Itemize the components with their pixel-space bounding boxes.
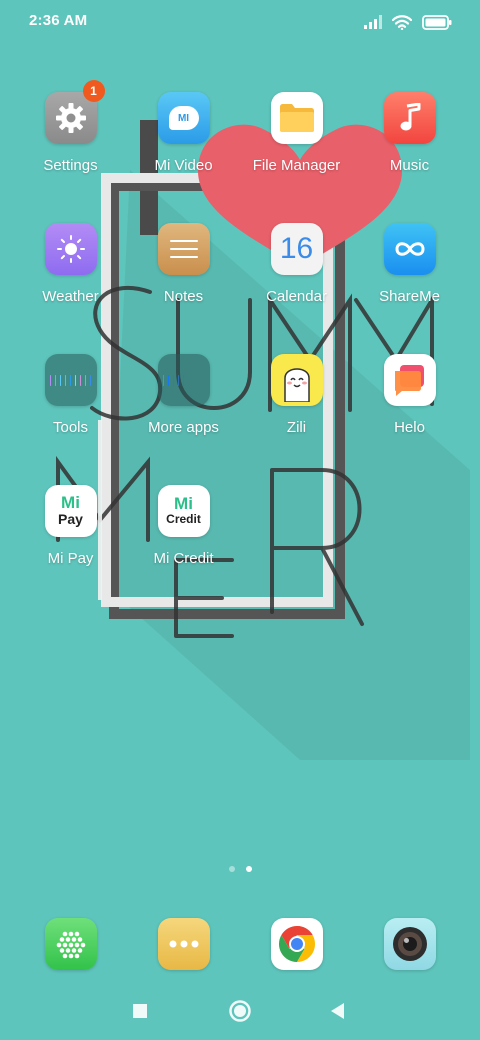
app-helo[interactable]: Helo xyxy=(353,354,466,436)
notification-badge: 1 xyxy=(82,80,105,102)
mi-pay-icon-bottom: Pay xyxy=(58,511,83,527)
app-zili[interactable]: Zili xyxy=(240,354,353,436)
home-button[interactable] xyxy=(219,990,261,1032)
app-mi-pay[interactable]: Mi Pay Mi Pay xyxy=(14,485,127,567)
app-label: File Manager xyxy=(252,157,341,174)
app-label: Helo xyxy=(394,419,425,436)
folder-grid-icon xyxy=(157,354,210,406)
app-tools-folder[interactable]: Tools xyxy=(14,354,127,436)
mi-video-icon: MI xyxy=(157,92,210,144)
mi-credit-icon-top: Mi xyxy=(174,493,193,513)
app-mi-credit[interactable]: Mi Credit Mi Credit xyxy=(127,485,240,567)
app-notes[interactable]: Notes xyxy=(127,223,240,305)
app-label: Weather xyxy=(42,288,99,305)
app-more-apps-folder[interactable]: More apps xyxy=(127,354,240,436)
app-file-manager[interactable]: File Manager xyxy=(240,92,353,174)
mi-pay-icon-top: Mi xyxy=(61,493,80,512)
folder-grid-icon xyxy=(44,354,97,406)
wifi-icon xyxy=(392,14,412,30)
app-label: Mi Pay xyxy=(47,550,94,567)
folder-icon xyxy=(270,92,323,144)
dock-dialer[interactable] xyxy=(14,918,127,970)
zili-face-icon xyxy=(270,354,323,406)
mi-pay-icon: Mi Pay xyxy=(44,485,97,537)
status-icons xyxy=(364,12,452,32)
calendar-icon: 16 xyxy=(270,223,323,275)
signal-icon xyxy=(364,15,382,29)
dock-messaging[interactable] xyxy=(127,918,240,970)
dock-chrome[interactable] xyxy=(240,918,353,970)
chrome-icon xyxy=(270,918,323,970)
chat-bubble-icon xyxy=(383,354,436,406)
back-button[interactable] xyxy=(317,990,359,1032)
page-dot-current[interactable] xyxy=(245,866,252,872)
infinity-icon xyxy=(383,223,436,275)
app-shareme[interactable]: ShareMe xyxy=(353,223,466,305)
app-label: Mi Video xyxy=(154,157,213,174)
app-label: More apps xyxy=(148,419,219,436)
app-settings[interactable]: 1 Settings xyxy=(14,80,127,174)
navigation-bar xyxy=(0,990,480,1032)
app-label: Settings xyxy=(43,157,98,174)
dialpad-icon xyxy=(44,918,97,970)
back-triangle-icon xyxy=(331,1003,344,1019)
status-time: 2:36 AM xyxy=(29,12,88,29)
calendar-day: 16 xyxy=(279,232,314,265)
page-indicator xyxy=(0,866,480,874)
status-bar: 2:36 AM xyxy=(0,0,480,44)
app-label: Music xyxy=(389,157,430,174)
app-weather[interactable]: Weather xyxy=(14,223,127,305)
app-calendar[interactable]: 16 Calendar xyxy=(240,223,353,305)
app-label: Mi Credit xyxy=(153,550,214,567)
app-label: Calendar xyxy=(266,288,327,305)
recents-button[interactable] xyxy=(119,990,161,1032)
battery-icon xyxy=(422,14,452,30)
home-circle-icon xyxy=(229,1000,251,1022)
recents-square-icon xyxy=(133,1004,147,1018)
app-music[interactable]: Music xyxy=(353,92,466,174)
notes-icon xyxy=(157,223,210,275)
camera-icon xyxy=(383,918,436,970)
page-dot[interactable] xyxy=(228,866,235,872)
app-label: ShareMe xyxy=(379,288,440,305)
mi-video-icon-text: MI xyxy=(177,112,190,124)
app-label: Tools xyxy=(52,419,89,436)
music-note-icon xyxy=(383,92,436,144)
dock-camera[interactable] xyxy=(353,918,466,970)
mi-credit-icon: Mi Credit xyxy=(157,485,210,537)
ellipsis-icon xyxy=(157,918,210,970)
app-label: Notes xyxy=(163,288,204,305)
app-mi-video[interactable]: MI Mi Video xyxy=(127,92,240,174)
sun-icon xyxy=(44,223,97,275)
app-label: Zili xyxy=(286,419,307,436)
mi-credit-icon-bottom: Credit xyxy=(166,511,201,526)
